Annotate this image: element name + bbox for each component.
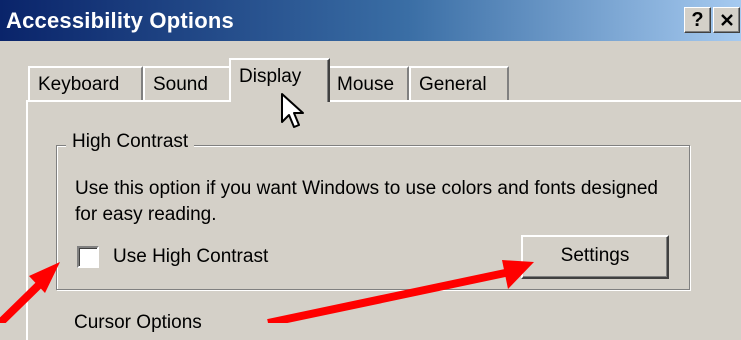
accessibility-options-window: Accessibility Options ? Keyboard Sound M… xyxy=(0,0,741,340)
arrow-to-settings-icon xyxy=(267,260,534,323)
annotation-arrows xyxy=(0,260,534,323)
arrow-to-checkbox-icon xyxy=(0,262,60,323)
